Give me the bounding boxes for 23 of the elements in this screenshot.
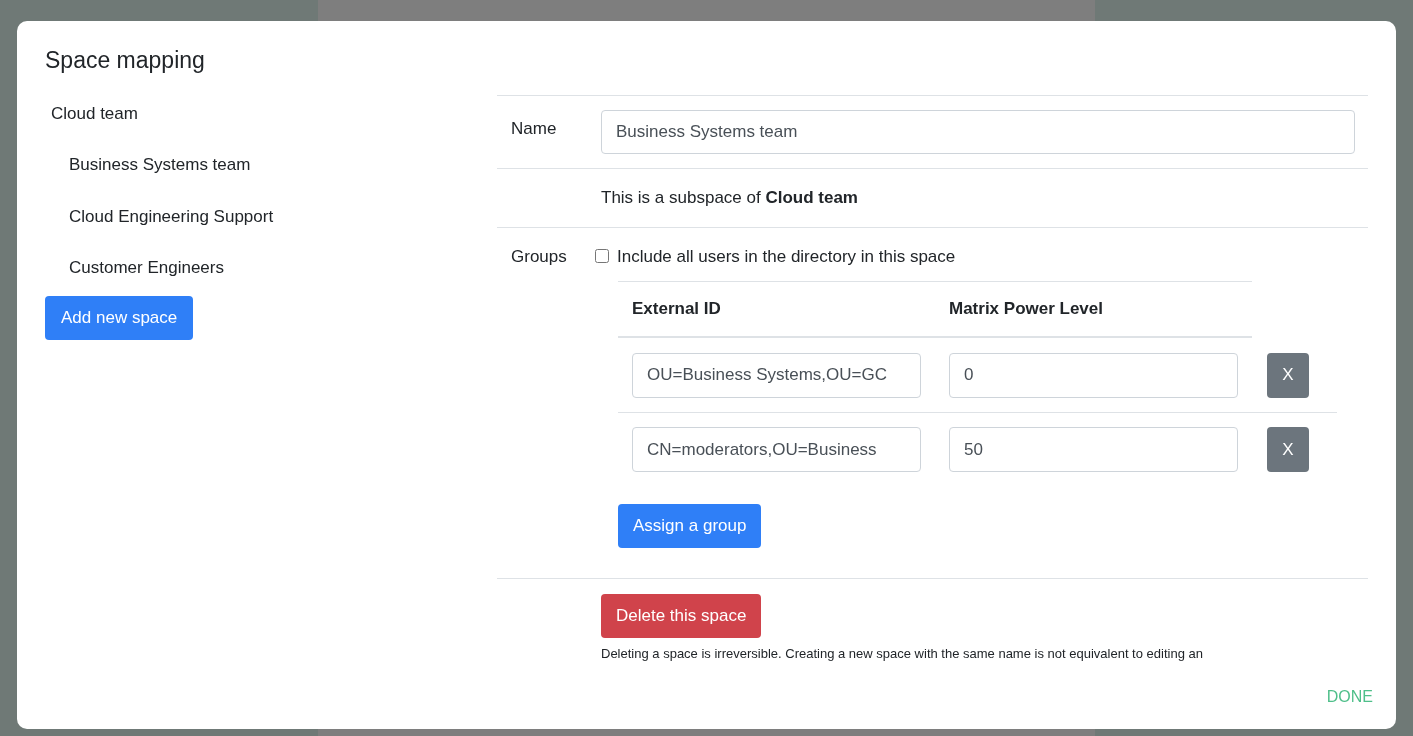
tree-item[interactable]: Cloud Engineering Support bbox=[69, 206, 274, 226]
subspace-text: This is a subspace of Cloud team bbox=[601, 187, 858, 209]
field-label: Name bbox=[510, 118, 558, 140]
delete-note: Deleting a space is irreversible. Creating a new space with the same name is not equivalent to editing an bbox=[601, 645, 1204, 663]
tree-item[interactable]: Cloud team bbox=[51, 103, 138, 123]
column-header: External ID bbox=[631, 298, 722, 321]
name-field[interactable]: Business Systems team bbox=[601, 110, 1355, 154]
power-level-field[interactable]: 50 bbox=[949, 427, 1238, 472]
include-all-checkbox[interactable] bbox=[595, 249, 609, 264]
tree-item[interactable]: Business Systems team bbox=[69, 155, 251, 174]
power-level-field[interactable]: 0 bbox=[949, 352, 1238, 398]
add-space-button[interactable]: Add new space bbox=[45, 295, 194, 340]
external-id-field[interactable]: OU=Business Systems,OU=GC bbox=[632, 352, 921, 398]
tree-item[interactable]: Customer Engineers bbox=[69, 258, 224, 277]
checkbox-label: Include all users in the directory in this space bbox=[617, 245, 956, 268]
dialog-title: Space mapping bbox=[45, 46, 206, 75]
column-header: Matrix Power Level bbox=[948, 298, 1103, 321]
delete-space-button[interactable]: Delete this space bbox=[601, 594, 762, 638]
remove-button[interactable]: X bbox=[1267, 427, 1309, 472]
assign-group-button[interactable]: Assign a group bbox=[618, 504, 762, 548]
external-id-field[interactable]: CN=moderators,OU=Business bbox=[632, 427, 921, 472]
remove-button[interactable]: X bbox=[1267, 352, 1309, 398]
field-label: Groups bbox=[510, 245, 568, 268]
